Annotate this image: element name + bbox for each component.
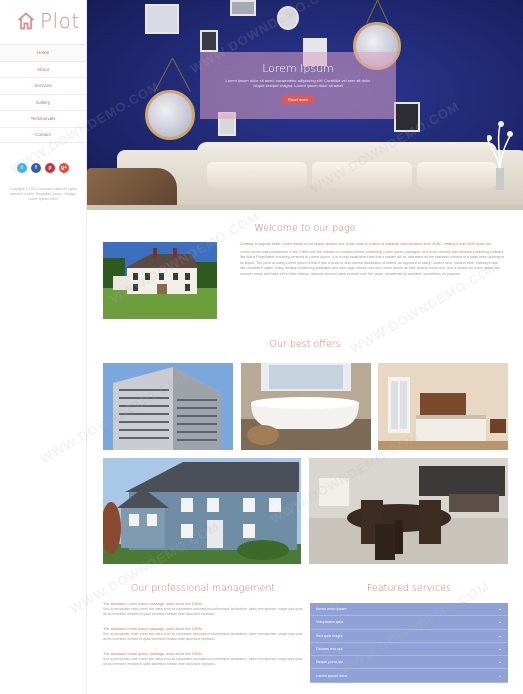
management-item-title[interactable]: The standard Lorem Ipsum passage, used s… xyxy=(103,627,303,631)
hero-caption: Lorem Ipsum Lorem ipsum dolor sit amet, … xyxy=(200,52,396,119)
logo-text: Plot xyxy=(40,9,80,33)
service-item[interactable]: Sed quia magni ⌄ xyxy=(310,630,508,643)
offers-title: Our best offers xyxy=(269,339,341,350)
management-item-text: Sed ut perspiciatis unde omnis iste natu… xyxy=(103,607,303,616)
service-item[interactable]: Dolores eos qui ⌄ xyxy=(310,643,508,657)
wall-clock xyxy=(277,6,299,30)
copyright: Copyright © 2014 Company name All rights… xyxy=(9,187,77,201)
twitter-icon[interactable]: t xyxy=(17,163,27,173)
pinterest-icon[interactable]: p xyxy=(45,163,55,173)
chevron-down-icon: ⌄ xyxy=(497,632,502,639)
sofa-cushion xyxy=(207,162,307,188)
wall-frame xyxy=(230,0,256,16)
chevron-down-icon: ⌄ xyxy=(497,606,502,613)
chevron-down-icon: ⌄ xyxy=(497,672,502,679)
offer-family-house[interactable] xyxy=(103,458,301,564)
wall-frame xyxy=(394,102,420,132)
service-item[interactable]: Nemo enim ipsam ⌄ xyxy=(310,603,508,617)
logo[interactable]: Plot xyxy=(0,0,86,42)
welcome-body: Lorem Ipsum was popularised in the 1960s… xyxy=(240,249,504,276)
facebook-icon[interactable]: f xyxy=(31,163,41,173)
read-more-button[interactable]: Read more xyxy=(282,95,314,104)
hero-banner: Lorem Ipsum Lorem ipsum dolor sit amet, … xyxy=(87,0,523,210)
wall-frame xyxy=(145,4,179,34)
welcome-title: Welcome to our page xyxy=(254,223,356,234)
service-item-label: Nemo enim ipsam xyxy=(316,607,347,612)
services-accordion: Nemo enim ipsam ⌄ Voluptatem quia ⌄ Sed qu… xyxy=(310,603,508,683)
welcome-text: Contrary to popular belief, Lorem Ipsum … xyxy=(240,242,504,278)
social-links: t f p g+ xyxy=(0,163,86,173)
management-item-text: Sed ut perspiciatis unde omnis iste natu… xyxy=(103,657,303,666)
management-item: The standard Lorem Ipsum passage, used s… xyxy=(103,652,303,667)
nav-item-testimonials[interactable]: Testimonials xyxy=(0,110,86,127)
management-item: The standard Lorem Ipsum passage, used s… xyxy=(103,627,303,642)
service-item[interactable]: Lorem ipsum dolor ⌄ xyxy=(310,669,508,683)
hero-subtitle: Lorem ipsum dolor sit amet, consectetur … xyxy=(225,78,371,88)
nav-item-contact[interactable]: Contact xyxy=(0,126,86,143)
offer-apartment-building[interactable] xyxy=(103,363,233,450)
management-item-title[interactable]: The standard Lorem Ipsum passage, used s… xyxy=(103,652,303,656)
round-mirror xyxy=(145,90,195,140)
wall-frame xyxy=(200,30,218,52)
welcome-lead: Contrary to popular belief, Lorem Ipsum … xyxy=(240,242,492,246)
management-item: The standard Lorem Ipsum passage, used s… xyxy=(103,602,303,617)
welcome-house-image xyxy=(103,242,217,319)
service-item[interactable]: Voluptatem quia ⌄ xyxy=(310,616,508,630)
service-item-label: Lorem ipsum dolor xyxy=(316,673,348,678)
sofa-cushion xyxy=(417,162,497,188)
google-plus-icon[interactable]: g+ xyxy=(59,163,69,173)
chevron-down-icon: ⌄ xyxy=(497,619,502,626)
nav-item-about[interactable]: About xyxy=(0,60,86,78)
sofa-cushion xyxy=(312,162,412,188)
house-icon xyxy=(17,12,35,30)
chevron-down-icon: ⌄ xyxy=(497,646,502,653)
service-item[interactable]: Neque porro qui ⌄ xyxy=(310,656,508,670)
management-item-text: Sed ut perspiciatis unde omnis iste natu… xyxy=(103,632,303,641)
offer-dining-room[interactable] xyxy=(309,458,508,564)
management-title: Our professional management xyxy=(130,583,276,594)
sidebar: Plot Home About Services Gallery Testimo… xyxy=(0,0,87,694)
chevron-down-icon: ⌄ xyxy=(497,659,502,666)
sofa-throw xyxy=(87,168,177,210)
nav-item-services[interactable]: Services xyxy=(0,77,86,94)
nav-item-home[interactable]: Home xyxy=(0,44,86,61)
hero-title: Lorem Ipsum xyxy=(262,62,334,75)
offer-bathroom[interactable] xyxy=(241,363,371,450)
service-item-label: Dolores eos qui xyxy=(316,647,343,652)
nav-item-gallery[interactable]: Gallery xyxy=(0,93,86,111)
main-content: Welcome to our page Contrary to popular … xyxy=(87,210,523,694)
service-item-label: Voluptatem quia xyxy=(316,620,344,625)
main-nav: Home About Services Gallery Testimonials… xyxy=(0,44,86,143)
plant-icon xyxy=(487,121,513,190)
service-item-label: Sed quia magni xyxy=(316,633,343,638)
services-title: Featured services xyxy=(367,583,451,594)
offer-bedroom[interactable] xyxy=(378,363,508,450)
management-item-title[interactable]: The standard Lorem Ipsum passage, used s… xyxy=(103,602,303,606)
service-item-label: Neque porro qui xyxy=(316,660,344,665)
